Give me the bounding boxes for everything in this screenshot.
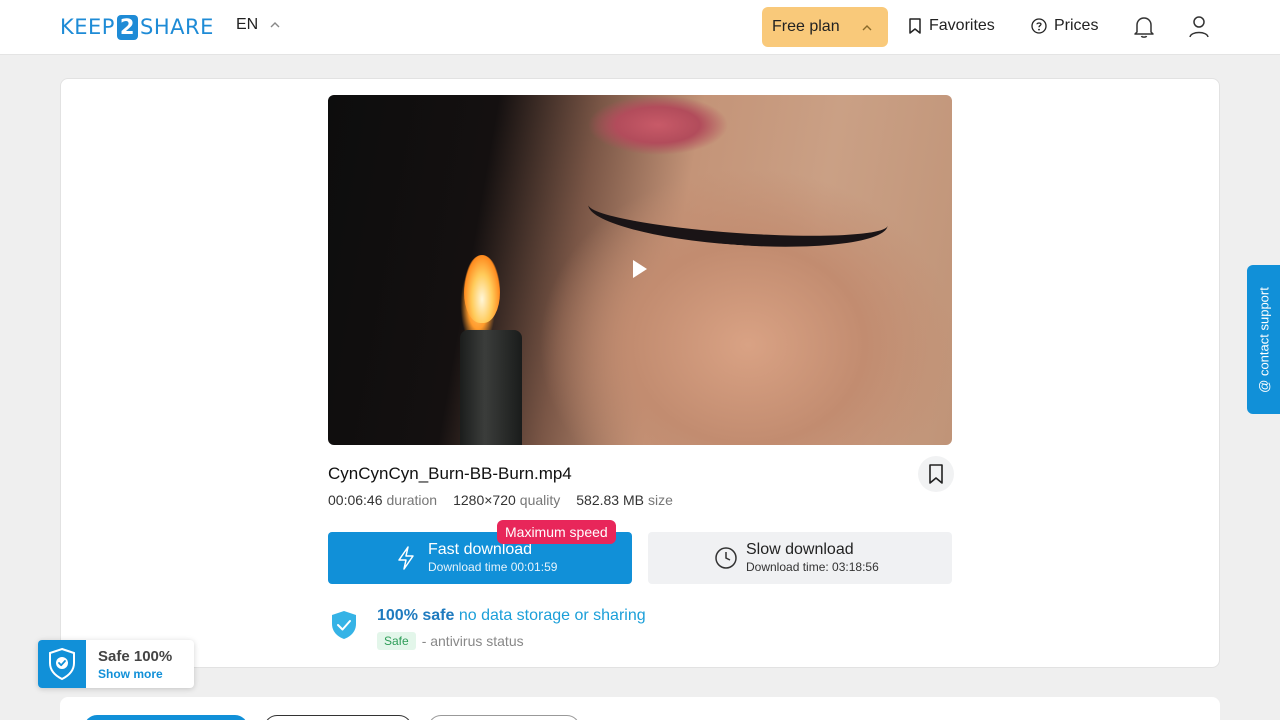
- antivirus-status: Safe - antivirus status: [377, 632, 524, 650]
- bottom-tabs-card: [60, 697, 1220, 720]
- tab-pill[interactable]: [264, 715, 412, 720]
- logo-text-2: 2: [116, 14, 138, 40]
- contact-support-tab[interactable]: @ contact support: [1247, 265, 1280, 414]
- free-plan-button[interactable]: Free plan: [762, 7, 888, 47]
- safety-statement: 100% safe no data storage or sharing: [377, 607, 646, 625]
- fast-download-time: Download time 00:01:59: [428, 560, 558, 574]
- bookmark-icon: [909, 18, 921, 34]
- question-circle-icon: [1031, 18, 1047, 34]
- size-label: size: [647, 492, 673, 508]
- shield-check-icon: [332, 611, 356, 639]
- video-frame-candle: [460, 330, 522, 445]
- add-to-favorites-button[interactable]: [918, 456, 954, 492]
- show-more-link[interactable]: Show more: [98, 667, 163, 681]
- logo-text-share: SHARE: [139, 15, 214, 39]
- safe-widget-title: Safe 100%: [98, 648, 173, 665]
- maximum-speed-badge: Maximum speed: [497, 520, 616, 544]
- logo-text-keep: KEEP: [60, 15, 115, 39]
- clock-icon: [715, 547, 737, 569]
- size-value: 582.83 MB: [576, 492, 644, 508]
- video-frame-detail: [586, 174, 890, 256]
- keep2share-logo[interactable]: KEEP 2 SHARE: [60, 14, 214, 40]
- slow-download-time: Download time: 03:18:56: [746, 560, 879, 574]
- top-header: KEEP 2 SHARE EN Free plan Favorites Pric…: [0, 0, 1280, 55]
- duration-value: 00:06:46: [328, 492, 383, 508]
- plan-label: Free plan: [772, 18, 840, 35]
- bookmark-icon: [929, 464, 943, 484]
- file-name: CynCynCyn_Burn-BB-Burn.mp4: [328, 464, 572, 483]
- chevron-up-icon: [862, 25, 872, 31]
- favorites-label: Favorites: [929, 17, 995, 34]
- chevron-up-icon: [270, 22, 280, 28]
- contact-support-label: @ contact support: [1256, 286, 1271, 393]
- safe-tag: Safe: [377, 632, 416, 650]
- language-selector[interactable]: EN: [236, 16, 280, 34]
- tab-pill-active[interactable]: [84, 715, 248, 720]
- shield-check-icon: [49, 647, 75, 681]
- bell-icon[interactable]: [1133, 15, 1155, 39]
- safe-widget[interactable]: Safe 100% Show more: [38, 640, 194, 688]
- quality-label: quality: [519, 492, 561, 508]
- prices-link[interactable]: Prices: [1031, 17, 1098, 35]
- slow-download-title: Slow download: [746, 541, 854, 558]
- file-meta: 00:06:46 duration 1280×720 quality 582.8…: [328, 492, 689, 508]
- favorites-link[interactable]: Favorites: [908, 17, 995, 35]
- safe-widget-icon-box: [38, 640, 86, 688]
- play-icon[interactable]: [633, 260, 647, 278]
- video-preview[interactable]: [328, 95, 952, 445]
- lightning-icon: [398, 546, 414, 570]
- prices-label: Prices: [1054, 17, 1099, 34]
- safety-strong: 100% safe: [377, 607, 455, 624]
- antivirus-status-label: - antivirus status: [421, 633, 524, 649]
- tab-pill[interactable]: [428, 715, 580, 720]
- quality-value: 1280×720: [453, 492, 516, 508]
- language-label: EN: [236, 16, 259, 33]
- user-icon[interactable]: [1188, 15, 1210, 39]
- safety-rest: no data storage or sharing: [458, 607, 646, 624]
- slow-download-button[interactable]: Slow download Download time: 03:18:56: [648, 532, 952, 584]
- video-frame-flame: [464, 255, 500, 323]
- duration-label: duration: [386, 492, 438, 508]
